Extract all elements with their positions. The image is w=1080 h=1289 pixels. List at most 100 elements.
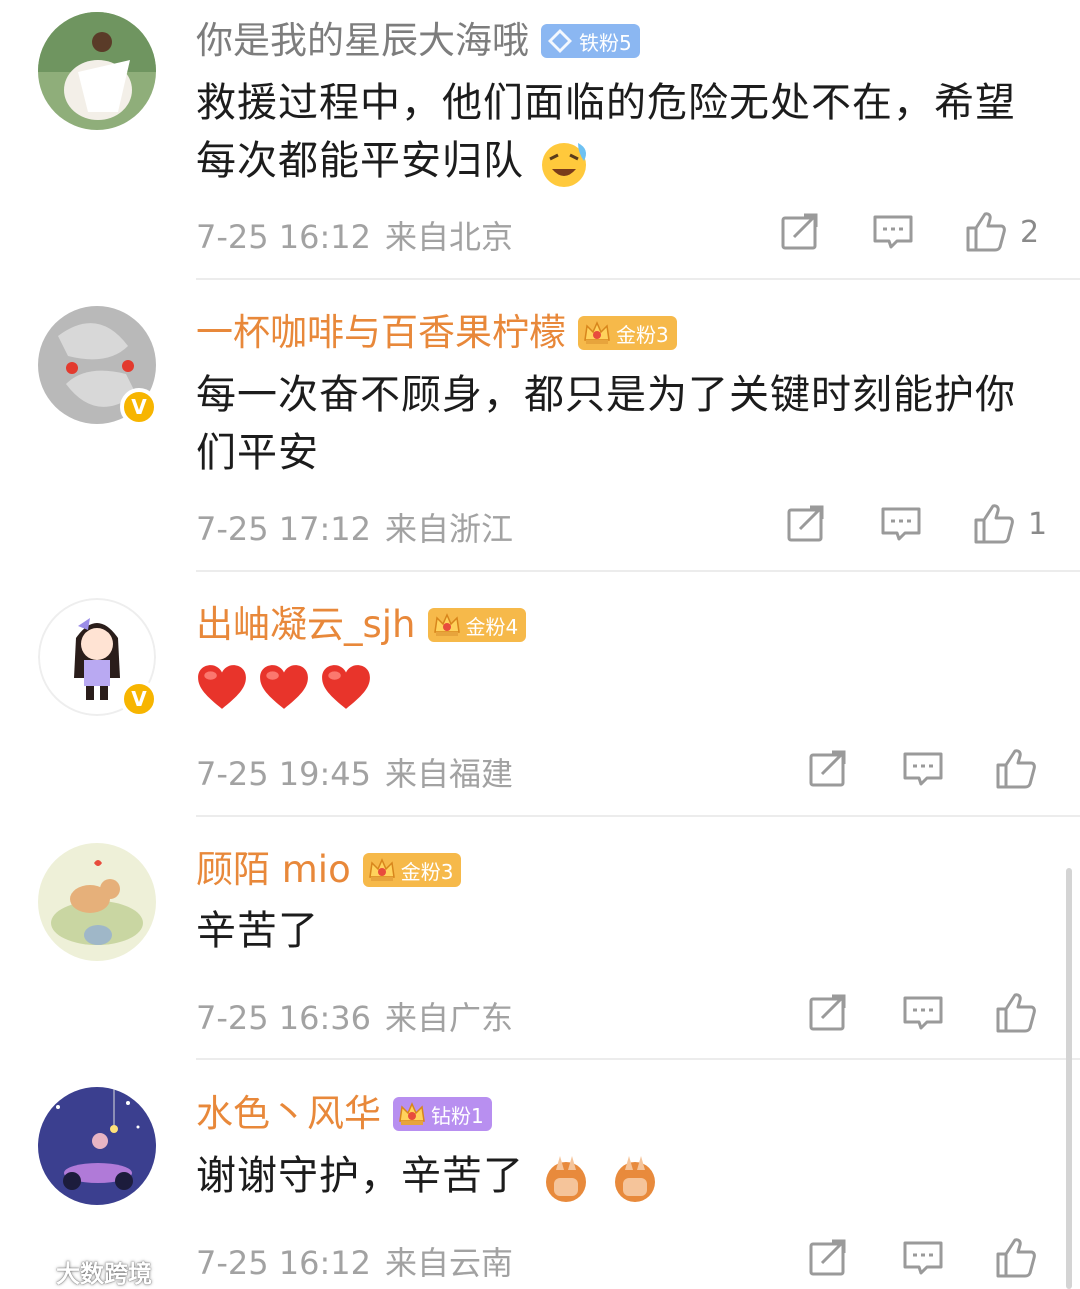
thumbs-up-icon: [964, 210, 1008, 254]
username[interactable]: 一杯咖啡与百香果柠檬: [196, 310, 566, 356]
avatar[interactable]: V: [38, 598, 158, 718]
share-icon: [780, 212, 820, 252]
comment-actions: [808, 744, 1080, 794]
share-icon: [808, 993, 848, 1033]
fan-badge: 金粉3: [578, 316, 677, 350]
name-row: 一杯咖啡与百香果柠檬 金粉3: [196, 308, 677, 358]
fan-badge-label: 金粉4: [465, 614, 519, 639]
thumbs-up-icon: [972, 502, 1016, 546]
reply-button[interactable]: [902, 988, 944, 1038]
crown-icon: [582, 318, 612, 348]
heart-emoji: [196, 663, 248, 711]
avatar[interactable]: V: [38, 306, 158, 426]
watermark-text: 大数跨境: [56, 1260, 152, 1288]
verified-badge: V: [120, 388, 158, 426]
username[interactable]: 你是我的星辰大海哦: [196, 18, 529, 64]
share-icon: [808, 749, 848, 789]
reply-button[interactable]: [902, 744, 944, 794]
comment-date: 7-25 19:45: [196, 755, 372, 793]
username[interactable]: 顾陌 mio: [196, 847, 351, 893]
avatar[interactable]: [38, 1087, 156, 1205]
name-row: 你是我的星辰大海哦 铁粉5: [196, 16, 640, 66]
laughing-crying-emoji: [541, 143, 586, 187]
comment-location: 来自北京: [385, 218, 514, 256]
name-row: 水色丶风华 钻粉1: [196, 1089, 492, 1139]
comment-text-content: 辛苦了: [196, 908, 319, 954]
like-button[interactable]: [994, 744, 1038, 794]
name-row: 出岫凝云_sjh 金粉4: [196, 600, 527, 650]
reply-button[interactable]: [902, 1233, 944, 1283]
divider: [196, 1058, 1080, 1060]
fan-badge: 金粉4: [427, 608, 527, 642]
like-button[interactable]: [994, 1233, 1038, 1283]
comment-text: [196, 658, 1056, 716]
clasped-hands-emoji: [545, 1156, 586, 1202]
crown-icon: [432, 610, 462, 640]
comment-icon: [902, 1238, 944, 1278]
reply-button[interactable]: [872, 207, 914, 257]
fan-badge-label: 铁粉5: [579, 30, 632, 55]
heart-emoji: [320, 663, 372, 711]
share-icon: [786, 504, 826, 544]
comment-text: 每一次奋不顾身，都只是为了关键时刻能护你们平安: [196, 366, 1056, 482]
comment-text-content: 每一次奋不顾身，都只是为了关键时刻能护你们平安: [196, 372, 1016, 476]
thumbs-up-icon: [994, 1236, 1038, 1280]
comment-meta: 7-25 19:45 来自福建: [196, 749, 513, 795]
divider: [196, 278, 1080, 280]
comment-location: 来自福建: [385, 755, 514, 793]
thumbs-up-icon: [994, 747, 1038, 791]
like-button[interactable]: 1: [972, 499, 1047, 549]
comment-location: 来自云南: [385, 1244, 514, 1282]
fan-badge-label: 金粉3: [616, 322, 669, 347]
share-button[interactable]: [780, 207, 820, 257]
scrollbar[interactable]: [1066, 868, 1072, 1289]
like-button[interactable]: [994, 988, 1038, 1038]
comment-meta: 7-25 16:12 来自云南: [196, 1238, 513, 1284]
comment-meta: 7-25 16:36 来自广东: [196, 993, 513, 1039]
diamond-icon: [548, 29, 572, 53]
comment-date: 7-25 16:36: [196, 999, 372, 1037]
reply-button[interactable]: [880, 499, 922, 549]
share-button[interactable]: [808, 1233, 848, 1283]
comment-date: 7-25 17:12: [196, 510, 372, 548]
verified-badge: V: [120, 680, 158, 718]
comment-actions: 2: [780, 207, 1080, 257]
username[interactable]: 水色丶风华: [196, 1091, 381, 1137]
comment-actions: [808, 1233, 1080, 1283]
comment-date: 7-25 16:12: [196, 1244, 372, 1282]
heart-emoji: [258, 663, 310, 711]
comment-text: 救援过程中，他们面临的危险无处不在，希望每次都能平安归队: [196, 74, 1056, 191]
like-button[interactable]: 2: [964, 207, 1039, 257]
comment-location: 来自浙江: [385, 510, 514, 548]
comment-text-content: 谢谢守护，辛苦了: [196, 1153, 524, 1199]
avatar[interactable]: [38, 843, 156, 961]
fan-badge: 金粉3: [362, 853, 462, 887]
share-button[interactable]: [786, 499, 826, 549]
share-button[interactable]: [808, 988, 848, 1038]
comment-actions: 1: [786, 499, 1080, 549]
comment-actions: [808, 988, 1080, 1038]
comment-text-content: 救援过程中，他们面临的危险无处不在，希望每次都能平安归队: [196, 80, 1016, 184]
fan-badge: 钻粉1: [393, 1097, 492, 1131]
comment-icon: [880, 504, 922, 544]
thumbs-up-icon: [994, 991, 1038, 1035]
crown-icon: [397, 1099, 427, 1129]
username[interactable]: 出岫凝云_sjh: [196, 602, 416, 648]
like-count: 1: [1028, 506, 1048, 542]
comment-icon: [902, 749, 944, 789]
like-count: 2: [1020, 214, 1040, 250]
share-icon: [808, 1238, 848, 1278]
comment-text: 谢谢守护，辛苦了: [196, 1147, 1056, 1206]
comment-meta: 7-25 17:12 来自浙江: [196, 504, 513, 550]
divider: [196, 815, 1080, 817]
divider: [196, 570, 1080, 572]
comment-icon: [902, 993, 944, 1033]
comment-meta: 7-25 16:12 来自北京: [196, 212, 513, 258]
name-row: 顾陌 mio 金粉3: [196, 845, 462, 895]
comment-location: 来自广东: [385, 999, 514, 1037]
avatar[interactable]: [38, 12, 156, 130]
share-button[interactable]: [808, 744, 848, 794]
crown-icon: [367, 855, 397, 885]
comment-text: 辛苦了: [196, 902, 1056, 960]
watermark-logo-icon: [10, 1262, 46, 1281]
